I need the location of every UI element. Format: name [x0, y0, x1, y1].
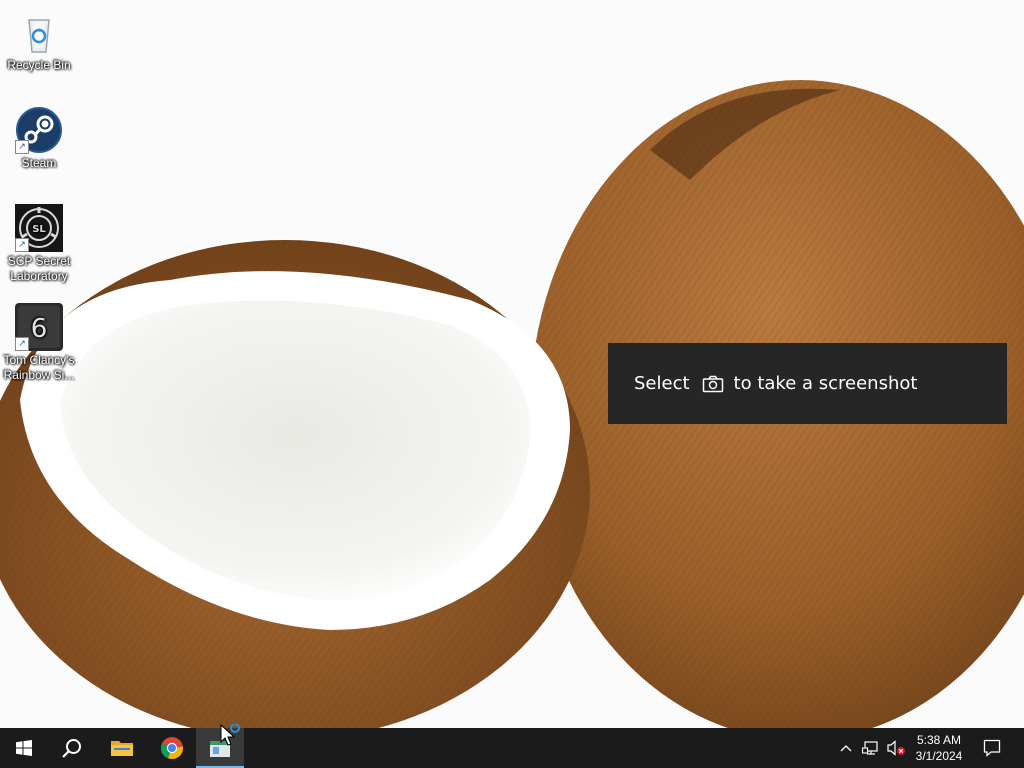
desktop-icon-scp-secret-laboratory[interactable]: SL ↗ SCP Secret Laboratory: [2, 204, 76, 284]
show-hidden-icons-button[interactable]: [836, 728, 856, 768]
notification-icon: [983, 739, 1001, 757]
desktop-icon-label: Recycle Bin: [7, 58, 71, 72]
folder-icon: [111, 741, 133, 756]
shortcut-arrow-icon: ↗: [15, 238, 29, 252]
file-explorer-button[interactable]: [98, 728, 146, 768]
steam-icon: ↗: [15, 106, 63, 154]
desktop[interactable]: Recycle Bin ↗ Steam SL ↗ SCP Secret Labo…: [0, 0, 1024, 728]
svg-text:SL: SL: [32, 224, 46, 235]
desktop-icon-label: Steam: [21, 156, 57, 170]
svg-text:6: 6: [31, 314, 48, 344]
shortcut-arrow-icon: ↗: [15, 140, 29, 154]
mouse-cursor: [220, 724, 240, 746]
rainbow-six-icon: 6 ↗: [15, 303, 63, 351]
volume-muted-icon: [887, 740, 905, 756]
recycle-bin-icon: [15, 8, 63, 56]
clock-date: 3/1/2024: [915, 749, 963, 763]
desktop-icon-rainbow-six[interactable]: 6 ↗ Tom Clancy's Rainbow Si...: [2, 303, 76, 383]
volume-tray-button[interactable]: [884, 728, 908, 768]
search-icon: [62, 739, 81, 758]
shortcut-arrow-icon: ↗: [15, 337, 29, 351]
camera-icon: [702, 375, 724, 393]
toast-suffix: to take a screenshot: [733, 373, 918, 394]
action-center-button[interactable]: [978, 728, 1006, 768]
clock-time: 5:38 AM: [916, 733, 962, 747]
search-button[interactable]: [48, 728, 96, 768]
scp-sl-icon: SL ↗: [15, 204, 63, 252]
taskbar: 5:38 AM 3/1/2024: [0, 728, 1024, 768]
chrome-icon: [160, 737, 184, 760]
chrome-button[interactable]: [148, 728, 196, 768]
chevron-up-icon: [840, 745, 852, 752]
screenshot-toast[interactable]: Select to take a screenshot: [608, 343, 1007, 424]
windows-logo-icon: [16, 740, 32, 756]
desktop-icon-label: SCP Secret Laboratory: [7, 254, 71, 283]
toast-prefix: Select: [634, 373, 690, 394]
desktop-icon-label: Tom Clancy's Rainbow Si...: [3, 353, 75, 382]
desktop-icon-recycle-bin[interactable]: Recycle Bin: [2, 8, 76, 73]
start-button[interactable]: [0, 728, 48, 768]
network-icon: [862, 741, 878, 755]
network-tray-button[interactable]: [859, 728, 883, 768]
taskbar-clock[interactable]: 5:38 AM 3/1/2024: [906, 728, 972, 768]
desktop-icon-steam[interactable]: ↗ Steam: [2, 106, 76, 171]
